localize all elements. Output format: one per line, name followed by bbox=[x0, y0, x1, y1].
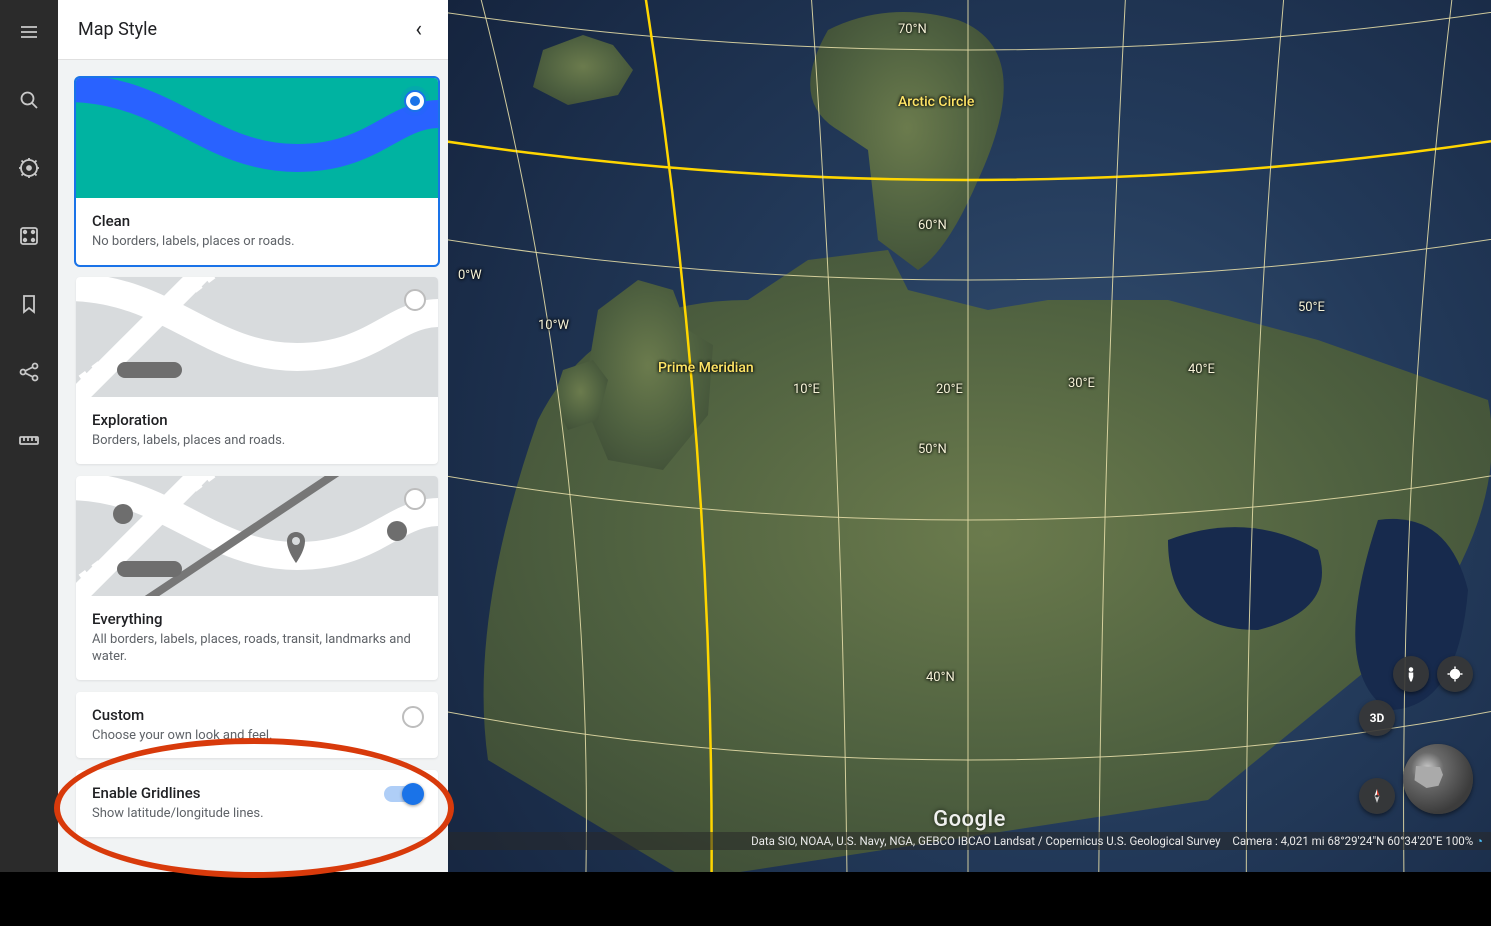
exploration-preview-svg bbox=[76, 277, 438, 397]
compass-icon bbox=[1368, 787, 1386, 805]
compass-button[interactable] bbox=[1359, 778, 1395, 814]
style-desc: Borders, labels, places and roads. bbox=[92, 433, 422, 450]
3d-toggle-button[interactable]: 3D bbox=[1359, 700, 1395, 736]
radio-exploration[interactable] bbox=[404, 289, 426, 311]
style-title: Exploration bbox=[92, 411, 422, 429]
left-nav bbox=[0, 0, 58, 872]
style-preview-exploration bbox=[76, 277, 438, 397]
attribution-data: Data SIO, NOAA, U.S. Navy, NGA, GEBCO IB… bbox=[751, 834, 1221, 848]
map-canvas bbox=[448, 0, 1491, 872]
panel-collapse-button[interactable]: ‹ bbox=[409, 16, 428, 43]
custom-title: Custom bbox=[92, 706, 422, 724]
info-icon[interactable]: ◔ bbox=[1476, 834, 1483, 848]
style-desc: All borders, labels, places, roads, tran… bbox=[92, 632, 422, 666]
style-option-clean[interactable]: Clean No borders, labels, places or road… bbox=[76, 78, 438, 265]
gridlines-desc: Show latitude/longitude lines. bbox=[92, 806, 422, 823]
style-option-custom[interactable]: Custom Choose your own look and feel. bbox=[76, 692, 438, 759]
radio-everything[interactable] bbox=[404, 488, 426, 510]
attribution-bar: Data SIO, NOAA, U.S. Navy, NGA, GEBCO IB… bbox=[448, 832, 1491, 850]
my-places-button[interactable] bbox=[9, 284, 49, 324]
menu-button[interactable] bbox=[9, 12, 49, 52]
search-button[interactable] bbox=[9, 80, 49, 120]
bookmark-icon bbox=[17, 292, 41, 316]
ruler-icon bbox=[17, 428, 41, 452]
share-icon bbox=[17, 360, 41, 384]
style-desc: No borders, labels, places or roads. bbox=[92, 234, 422, 251]
custom-desc: Choose your own look and feel. bbox=[92, 728, 422, 745]
panel-title: Map Style bbox=[78, 19, 157, 40]
style-preview-everything bbox=[76, 476, 438, 596]
pegman-button[interactable] bbox=[1393, 656, 1429, 692]
gridlines-title: Enable Gridlines bbox=[92, 784, 422, 802]
enable-gridlines-card[interactable]: Enable Gridlines Show latitude/longitude… bbox=[76, 770, 438, 837]
radio-clean[interactable] bbox=[404, 90, 426, 112]
gridlines-toggle[interactable] bbox=[384, 786, 422, 802]
panel-header: Map Style ‹ bbox=[58, 0, 448, 60]
search-icon bbox=[17, 88, 41, 112]
map-viewport[interactable]: 70°N 60°N 50°N 40°N 10°W 0°W 10°E 20°E 3… bbox=[448, 0, 1491, 872]
style-option-everything[interactable]: Everything All borders, labels, places, … bbox=[76, 476, 438, 680]
feeling-lucky-button[interactable] bbox=[9, 216, 49, 256]
style-title: Clean bbox=[92, 212, 422, 230]
radio-custom[interactable] bbox=[402, 706, 424, 728]
map-controls: 3D bbox=[1359, 656, 1473, 814]
3d-label: 3D bbox=[1370, 711, 1385, 725]
dice-icon bbox=[17, 224, 41, 248]
google-watermark: Google bbox=[933, 807, 1006, 832]
target-icon bbox=[1446, 665, 1464, 683]
share-button[interactable] bbox=[9, 352, 49, 392]
clean-preview-svg bbox=[76, 78, 438, 198]
chevron-left-icon: ‹ bbox=[415, 17, 422, 42]
measure-button[interactable] bbox=[9, 420, 49, 460]
panel-scroll[interactable]: Clean No borders, labels, places or road… bbox=[58, 60, 448, 872]
everything-preview-svg bbox=[76, 476, 438, 596]
globe-button[interactable] bbox=[1403, 744, 1473, 814]
attribution-camera: Camera : 4,021 mi 68°29'24"N 60°34'20"E … bbox=[1232, 834, 1473, 848]
style-title: Everything bbox=[92, 610, 422, 628]
pegman-icon bbox=[1402, 665, 1420, 683]
style-preview-clean bbox=[76, 78, 438, 198]
style-option-exploration[interactable]: Exploration Borders, labels, places and … bbox=[76, 277, 438, 464]
hamburger-icon bbox=[17, 20, 41, 44]
globe-icon bbox=[1403, 744, 1473, 814]
my-location-button[interactable] bbox=[1437, 656, 1473, 692]
wheel-icon bbox=[17, 156, 41, 180]
map-style-panel: Map Style ‹ Clean No borders, labels, pl… bbox=[58, 0, 448, 872]
voyager-button[interactable] bbox=[9, 148, 49, 188]
